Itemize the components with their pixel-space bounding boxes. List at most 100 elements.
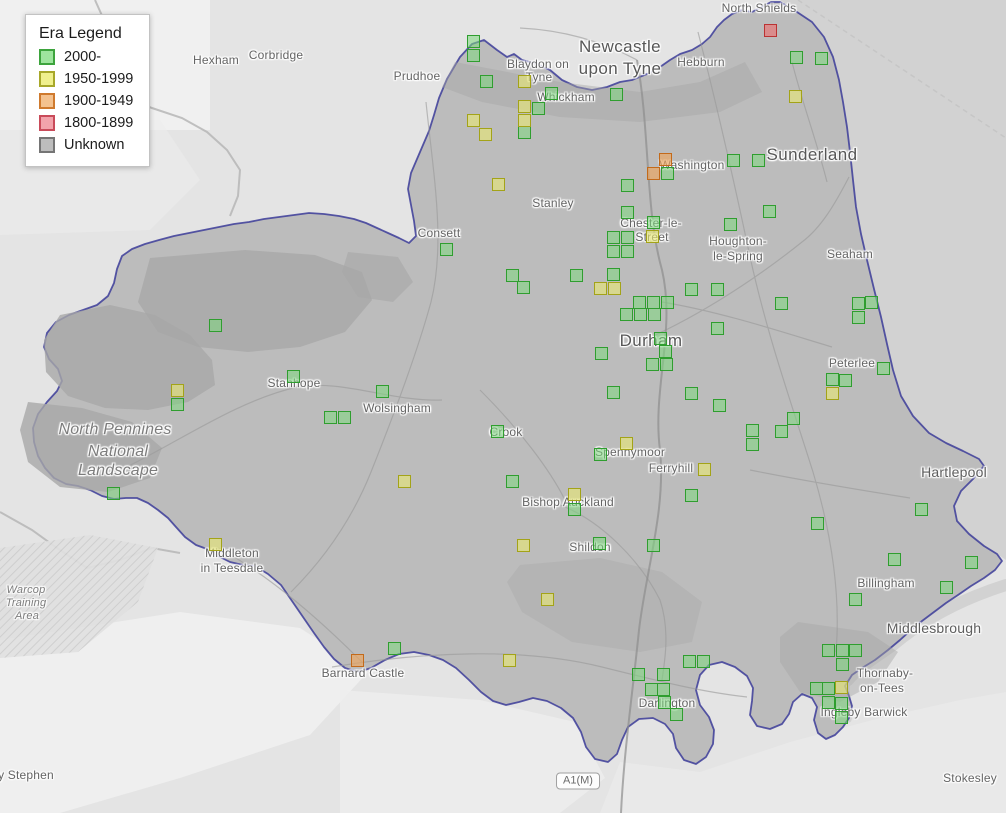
era-marker[interactable]: [647, 216, 660, 229]
era-marker[interactable]: [661, 296, 674, 309]
era-marker[interactable]: [685, 489, 698, 502]
era-marker[interactable]: [835, 681, 848, 694]
era-marker[interactable]: [467, 114, 480, 127]
era-marker[interactable]: [849, 644, 862, 657]
era-marker[interactable]: [209, 538, 222, 551]
era-marker[interactable]: [836, 644, 849, 657]
era-marker[interactable]: [727, 154, 740, 167]
era-marker[interactable]: [568, 488, 581, 501]
era-marker[interactable]: [752, 154, 765, 167]
era-marker[interactable]: [608, 282, 621, 295]
era-marker[interactable]: [518, 114, 531, 127]
era-marker[interactable]: [518, 75, 531, 88]
era-marker[interactable]: [607, 245, 620, 258]
era-marker[interactable]: [570, 269, 583, 282]
era-marker[interactable]: [209, 319, 222, 332]
era-marker[interactable]: [822, 696, 835, 709]
era-marker[interactable]: [789, 90, 802, 103]
era-marker[interactable]: [685, 283, 698, 296]
era-marker[interactable]: [685, 387, 698, 400]
era-marker[interactable]: [661, 167, 674, 180]
era-marker[interactable]: [594, 282, 607, 295]
era-marker[interactable]: [877, 362, 890, 375]
era-marker[interactable]: [746, 438, 759, 451]
era-marker[interactable]: [492, 178, 505, 191]
era-marker[interactable]: [491, 425, 504, 438]
era-marker[interactable]: [517, 539, 530, 552]
map-canvas[interactable]: Newcastle upon Tyne Sunderland Durham Hartle…: [0, 0, 1006, 813]
era-marker[interactable]: [940, 581, 953, 594]
era-marker[interactable]: [915, 503, 928, 516]
era-marker[interactable]: [657, 683, 670, 696]
era-marker[interactable]: [324, 411, 337, 424]
era-marker[interactable]: [517, 281, 530, 294]
era-marker[interactable]: [787, 412, 800, 425]
era-marker[interactable]: [763, 205, 776, 218]
era-marker[interactable]: [467, 49, 480, 62]
era-marker[interactable]: [670, 708, 683, 721]
era-marker[interactable]: [852, 297, 865, 310]
era-marker[interactable]: [467, 35, 480, 48]
era-marker[interactable]: [594, 448, 607, 461]
era-marker[interactable]: [595, 347, 608, 360]
era-marker[interactable]: [839, 374, 852, 387]
era-marker[interactable]: [620, 308, 633, 321]
era-marker[interactable]: [888, 553, 901, 566]
era-marker[interactable]: [607, 231, 620, 244]
era-marker[interactable]: [545, 87, 558, 100]
era-marker[interactable]: [852, 311, 865, 324]
era-marker[interactable]: [646, 230, 659, 243]
era-marker[interactable]: [711, 283, 724, 296]
era-marker[interactable]: [826, 387, 839, 400]
era-marker[interactable]: [815, 52, 828, 65]
era-marker[interactable]: [518, 126, 531, 139]
era-marker[interactable]: [610, 88, 623, 101]
era-marker[interactable]: [713, 399, 726, 412]
era-marker[interactable]: [632, 668, 645, 681]
era-marker[interactable]: [697, 655, 710, 668]
era-marker[interactable]: [746, 424, 759, 437]
era-marker[interactable]: [683, 655, 696, 668]
era-marker[interactable]: [620, 437, 633, 450]
era-marker[interactable]: [388, 642, 401, 655]
era-marker[interactable]: [621, 179, 634, 192]
era-marker[interactable]: [518, 100, 531, 113]
era-marker[interactable]: [724, 218, 737, 231]
era-marker[interactable]: [532, 102, 545, 115]
era-marker[interactable]: [503, 654, 516, 667]
era-marker[interactable]: [107, 487, 120, 500]
era-marker[interactable]: [541, 593, 554, 606]
era-marker[interactable]: [775, 297, 788, 310]
era-marker[interactable]: [965, 556, 978, 569]
era-marker[interactable]: [506, 475, 519, 488]
era-marker[interactable]: [826, 373, 839, 386]
era-marker[interactable]: [171, 384, 184, 397]
era-marker[interactable]: [621, 245, 634, 258]
era-marker[interactable]: [764, 24, 777, 37]
era-marker[interactable]: [634, 308, 647, 321]
era-marker[interactable]: [646, 358, 659, 371]
era-marker[interactable]: [287, 370, 300, 383]
era-marker[interactable]: [790, 51, 803, 64]
era-marker[interactable]: [568, 503, 581, 516]
era-marker[interactable]: [811, 517, 824, 530]
era-marker[interactable]: [835, 711, 848, 724]
era-marker[interactable]: [711, 322, 724, 335]
era-marker[interactable]: [621, 231, 634, 244]
era-marker[interactable]: [698, 463, 711, 476]
era-marker[interactable]: [659, 345, 672, 358]
era-marker[interactable]: [338, 411, 351, 424]
era-marker[interactable]: [398, 475, 411, 488]
era-marker[interactable]: [849, 593, 862, 606]
era-marker[interactable]: [822, 644, 835, 657]
era-marker[interactable]: [647, 539, 660, 552]
era-marker[interactable]: [647, 167, 660, 180]
era-marker[interactable]: [593, 537, 606, 550]
era-marker[interactable]: [822, 682, 835, 695]
era-marker[interactable]: [775, 425, 788, 438]
era-marker[interactable]: [171, 398, 184, 411]
era-marker[interactable]: [657, 668, 670, 681]
era-marker[interactable]: [835, 697, 848, 710]
era-marker[interactable]: [648, 308, 661, 321]
era-marker[interactable]: [351, 654, 364, 667]
